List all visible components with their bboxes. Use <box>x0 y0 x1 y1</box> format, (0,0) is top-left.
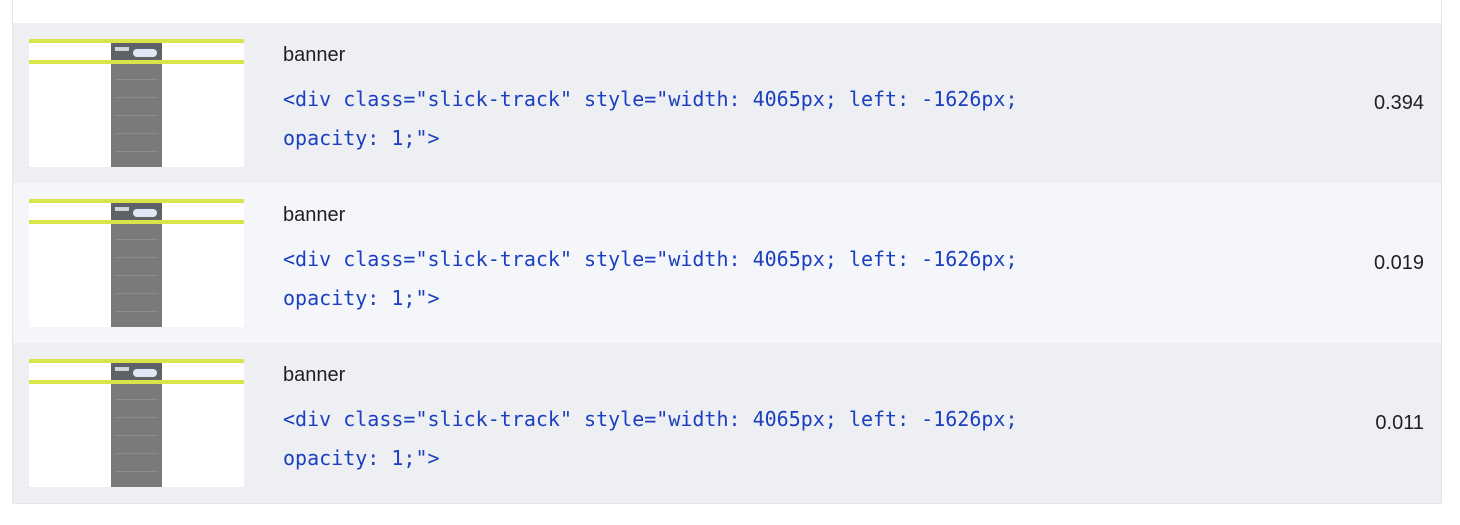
snippet-line: <div class="slick-track" style="width: 4… <box>283 87 1018 111</box>
element-screenshot-thumbnail <box>29 39 244 167</box>
element-description: banner <div class="slick-track" style="w… <box>283 202 1183 318</box>
cls-contribution-value: 0.011 <box>1375 412 1424 434</box>
element-snippet[interactable]: <div class="slick-track" style="width: 4… <box>283 80 1183 158</box>
element-highlight-bottom <box>29 380 244 384</box>
snippet-line: opacity: 1;"> <box>283 286 440 310</box>
element-highlight-top <box>29 199 244 203</box>
cls-contribution-value: 0.019 <box>1373 252 1424 274</box>
element-highlight-bottom <box>29 220 244 224</box>
table-row[interactable]: banner <div class="slick-track" style="w… <box>13 343 1441 503</box>
snippet-line: opacity: 1;"> <box>283 126 440 150</box>
element-label: banner <box>283 44 346 66</box>
snippet-line: opacity: 1;"> <box>283 446 440 470</box>
layout-shift-elements-table: banner <div class="slick-track" style="w… <box>12 0 1442 504</box>
element-snippet[interactable]: <div class="slick-track" style="width: 4… <box>283 400 1183 478</box>
element-highlight-bottom <box>29 60 244 64</box>
snippet-line: <div class="slick-track" style="width: 4… <box>283 247 1018 271</box>
element-description: banner <div class="slick-track" style="w… <box>283 362 1183 478</box>
element-snippet[interactable]: <div class="slick-track" style="width: 4… <box>283 240 1183 318</box>
element-label: banner <box>283 364 346 386</box>
element-highlight-top <box>29 359 244 363</box>
table-row[interactable]: banner <div class="slick-track" style="w… <box>13 23 1441 183</box>
cls-contribution-value: 0.394 <box>1373 92 1424 114</box>
element-screenshot-thumbnail <box>29 359 244 487</box>
element-screenshot-thumbnail <box>29 199 244 327</box>
element-label: banner <box>283 204 346 226</box>
element-description: banner <div class="slick-track" style="w… <box>283 42 1183 158</box>
table-top-spacer <box>13 0 1441 23</box>
table-row[interactable]: banner <div class="slick-track" style="w… <box>13 183 1441 343</box>
element-highlight-top <box>29 39 244 43</box>
snippet-line: <div class="slick-track" style="width: 4… <box>283 407 1018 431</box>
